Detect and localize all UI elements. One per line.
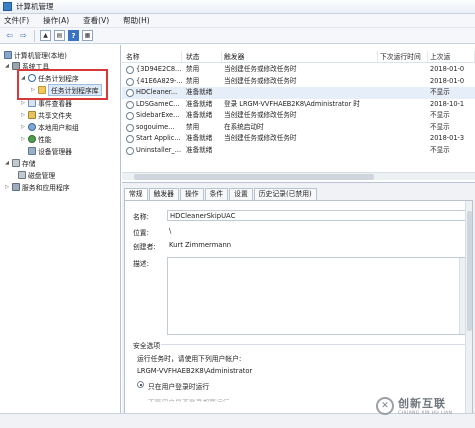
watermark-text: 创新互联 <box>398 397 446 410</box>
author-value: Kurt Zimmermann <box>169 241 232 249</box>
task-row[interactable]: LDSGameC... 准备就绪 登录 LRGM-VVFHAEB2K8\Admi… <box>122 99 475 111</box>
security-options-title: 安全选项 <box>133 342 161 350</box>
task-row[interactable]: sogouime... 禁用 在系统启动时 不显示 <box>122 122 475 134</box>
task-clock-icon <box>126 123 134 132</box>
scrollbar-thumb[interactable] <box>134 174 374 180</box>
menu-bar: 文件(F) 操作(A) 查看(V) 帮助(H) <box>0 14 475 28</box>
show-hide-tree-icon[interactable]: ▤ <box>54 30 65 41</box>
task-clock-icon <box>126 112 134 120</box>
menu-file[interactable]: 文件(F) <box>4 15 29 26</box>
column-header-next-run[interactable]: 下次运行时间 <box>378 51 428 63</box>
radio-logged-on-label: 只在用户登录时运行 <box>148 383 210 391</box>
up-folder-icon[interactable]: ▲ <box>40 30 51 41</box>
tab-triggers[interactable]: 触发器 <box>148 188 179 200</box>
computer-management-icon <box>3 2 12 11</box>
detail-scrollbar[interactable] <box>465 201 472 413</box>
watermark-subtext: CHUANG XIN HU LIAN <box>398 411 453 416</box>
tree-item-root[interactable]: 计算机管理(本地) <box>2 49 67 60</box>
radio-whether-logged-on-label: 不管用户是否登录都要运行 <box>148 399 230 407</box>
tree-item-local-users[interactable]: ▷ 本地用户和组 <box>20 121 79 132</box>
users-icon <box>28 122 36 131</box>
storage-icon <box>12 158 20 167</box>
column-header-name[interactable]: 名称 <box>124 51 182 63</box>
task-name-field[interactable]: HDCleanerSkipUAC <box>167 210 467 221</box>
watermark: ✕ 创新互联 CHUANG XIN HU LIAN <box>376 395 452 416</box>
collapse-arrow-icon[interactable]: ◢ <box>4 63 10 69</box>
column-header-trigger[interactable]: 触发器 <box>222 51 378 63</box>
tree-item-disk-management[interactable]: 磁盘管理 <box>16 169 55 180</box>
title-bar: 计算机管理 <box>0 0 475 14</box>
task-row[interactable]: {41E6A829-... 禁用 当创建任务或修改任务时 2018-01-0 <box>122 76 475 88</box>
toolbar-separator <box>34 29 35 42</box>
tab-conditions[interactable]: 条件 <box>204 188 229 200</box>
services-icon <box>12 182 20 191</box>
run-as-user: LRGM-VVFHAEB2K8\Administrator <box>137 367 253 375</box>
detail-tabs: 常规 触发器 操作 条件 设置 历史记录(已禁用) <box>124 188 318 201</box>
description-field[interactable] <box>167 257 467 335</box>
menu-view[interactable]: 查看(V) <box>83 15 109 26</box>
expand-arrow-icon[interactable]: ▷ <box>4 184 10 190</box>
radio-logged-on[interactable] <box>137 381 144 388</box>
run-as-prompt: 运行任务时，请使用下列用户帐户: <box>137 355 242 363</box>
navigation-tree: 计算机管理(本地) ◢ 系统工具 ◢ 任务计划程序 ▷ 任务计划程序库 ▷ 事件… <box>0 45 121 413</box>
expand-arrow-icon[interactable]: ▷ <box>20 112 26 118</box>
disk-icon <box>18 170 26 179</box>
tree-item-storage[interactable]: ◢ 存储 <box>4 157 36 168</box>
task-clock-icon <box>126 89 134 97</box>
location-value: \ <box>169 227 172 235</box>
tree-item-device-manager[interactable]: 设备管理器 <box>26 145 72 156</box>
toolbar: ⇦ ⇨ ▲ ▤ ? ▦ <box>0 28 475 44</box>
performance-icon <box>28 134 36 143</box>
collapse-arrow-icon[interactable]: ◢ <box>4 160 10 166</box>
name-label: 名称: <box>133 213 149 221</box>
task-list: 名称 状态 触发器 下次运行时间 上次运 {3D94E2C8... 禁用 当创建… <box>122 45 475 181</box>
column-header-last-run[interactable]: 上次运 <box>428 51 475 63</box>
window-title: 计算机管理 <box>16 2 54 11</box>
general-panel: 名称: HDCleanerSkipUAC 位置: \ 创建者: Kurt Zim… <box>124 200 473 414</box>
tree-item-shared-folders[interactable]: ▷ 共享文件夹 <box>20 109 72 120</box>
menu-help[interactable]: 帮助(H) <box>123 15 150 26</box>
task-clock-icon <box>126 77 134 86</box>
task-row[interactable]: Uninstaller_... 准备就绪 不显示 <box>122 145 475 157</box>
tree-item-services[interactable]: ▷ 服务和应用程序 <box>4 181 70 192</box>
horizontal-scrollbar[interactable] <box>122 172 475 180</box>
scrollbar-thumb[interactable] <box>467 211 472 331</box>
task-row-selected[interactable]: HDCleaner... 准备就绪 不显示 <box>122 87 475 99</box>
back-arrow-icon[interactable]: ⇦ <box>4 30 15 41</box>
tree-item-performance[interactable]: ▷ 性能 <box>20 133 52 144</box>
tab-history[interactable]: 历史记录(已禁用) <box>253 188 317 200</box>
task-clock-icon <box>126 146 134 155</box>
column-header-status[interactable]: 状态 <box>184 51 222 63</box>
task-clock-icon <box>126 135 134 143</box>
task-row[interactable]: SidebarExe... 准备就绪 当创建任务或修改任务时 不显示 <box>122 110 475 122</box>
device-manager-icon <box>28 146 36 155</box>
watermark-text-group: 创新互联 CHUANG XIN HU LIAN <box>398 395 452 416</box>
task-list-header: 名称 状态 触发器 下次运行时间 上次运 <box>122 51 475 63</box>
task-row[interactable]: {3D94E2C8... 禁用 当创建任务或修改任务时 2018-01-0 <box>122 64 475 76</box>
menu-action[interactable]: 操作(A) <box>43 15 69 26</box>
author-label: 创建者: <box>133 243 156 251</box>
tab-actions[interactable]: 操作 <box>179 188 204 200</box>
task-row[interactable]: Start Applic... 准备就绪 当创建任务或修改任务时 2018-01… <box>122 133 475 145</box>
description-label: 描述: <box>133 260 149 268</box>
task-detail-pane: 常规 触发器 操作 条件 设置 历史记录(已禁用) 名称: HDCleanerS… <box>122 182 475 414</box>
location-label: 位置: <box>133 229 149 237</box>
tab-settings[interactable]: 设置 <box>229 188 253 200</box>
expand-arrow-icon[interactable]: ▷ <box>20 136 26 142</box>
forward-arrow-icon[interactable]: ⇨ <box>18 30 29 41</box>
red-highlight-box <box>17 69 108 100</box>
properties-icon[interactable]: ▦ <box>82 30 93 41</box>
expand-arrow-icon[interactable]: ▷ <box>20 100 26 106</box>
shared-folder-icon <box>28 110 36 119</box>
computer-icon <box>4 50 12 59</box>
help-icon[interactable]: ? <box>68 30 79 41</box>
task-clock-icon <box>126 66 134 74</box>
section-divider <box>161 344 467 345</box>
task-clock-icon <box>126 100 134 109</box>
watermark-logo-icon: ✕ <box>376 396 394 415</box>
expand-arrow-icon[interactable]: ▷ <box>20 124 26 130</box>
